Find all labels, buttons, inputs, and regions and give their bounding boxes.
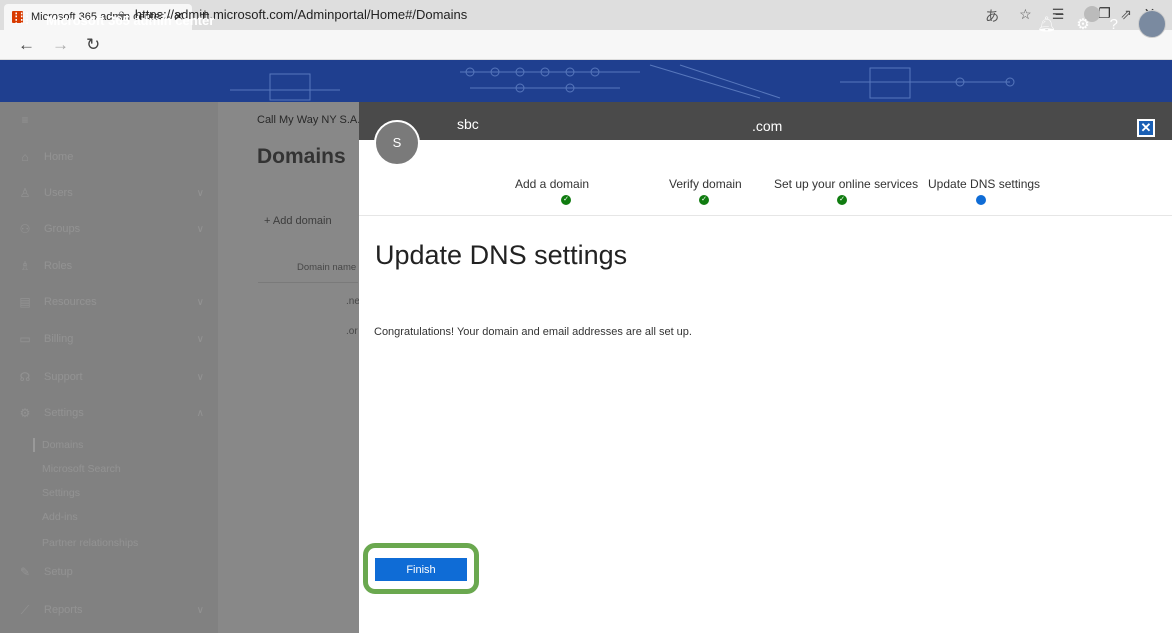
org-domain: .com xyxy=(752,118,783,134)
refresh-icon[interactable]: ↻ xyxy=(86,35,100,55)
header-circuit-pattern xyxy=(230,64,1015,101)
domain-setup-panel xyxy=(359,102,1172,633)
app-title[interactable]: Microsoft 365 admin center xyxy=(46,13,214,28)
address-bar: ← → ↻ xyxy=(0,30,1172,60)
step-verify-domain: Verify domain xyxy=(669,177,742,191)
back-icon[interactable]: ← xyxy=(18,35,35,55)
steps-divider xyxy=(359,215,1172,216)
step-complete-icon: ✓ xyxy=(837,195,847,205)
translate-icon[interactable]: あ xyxy=(985,6,999,26)
step-online-services: Set up your online services xyxy=(774,177,919,191)
step-complete-icon: ✓ xyxy=(561,195,571,205)
settings-gear-icon[interactable]: ⚙ xyxy=(1076,15,1089,33)
org-name: sbc xyxy=(457,116,479,132)
close-panel-icon[interactable]: ✕ xyxy=(1137,119,1155,137)
notifications-icon[interactable]: 🔔︎ xyxy=(1037,15,1056,33)
account-avatar[interactable] xyxy=(1138,10,1166,38)
step-update-dns: Update DNS settings xyxy=(928,177,1041,191)
help-icon[interactable]: ? xyxy=(1110,16,1118,33)
header-actions: 🔔︎ ⚙ ? xyxy=(1037,10,1166,38)
success-message: Congratulations! Your domain and email a… xyxy=(374,326,692,338)
forward-icon[interactable]: → xyxy=(52,35,69,55)
suite-header xyxy=(0,60,1172,102)
step-complete-icon: ✓ xyxy=(699,195,709,205)
favorite-star-icon[interactable]: ☆ xyxy=(1019,6,1032,26)
step-add-domain: Add a domain xyxy=(515,177,590,191)
panel-heading: Update DNS settings xyxy=(375,240,628,270)
step-current-icon xyxy=(976,195,986,205)
finish-button[interactable]: Finish xyxy=(375,558,467,581)
app-launcher-icon[interactable]: ⁞⁞⁞ xyxy=(14,11,30,29)
org-avatar: S xyxy=(374,120,420,166)
